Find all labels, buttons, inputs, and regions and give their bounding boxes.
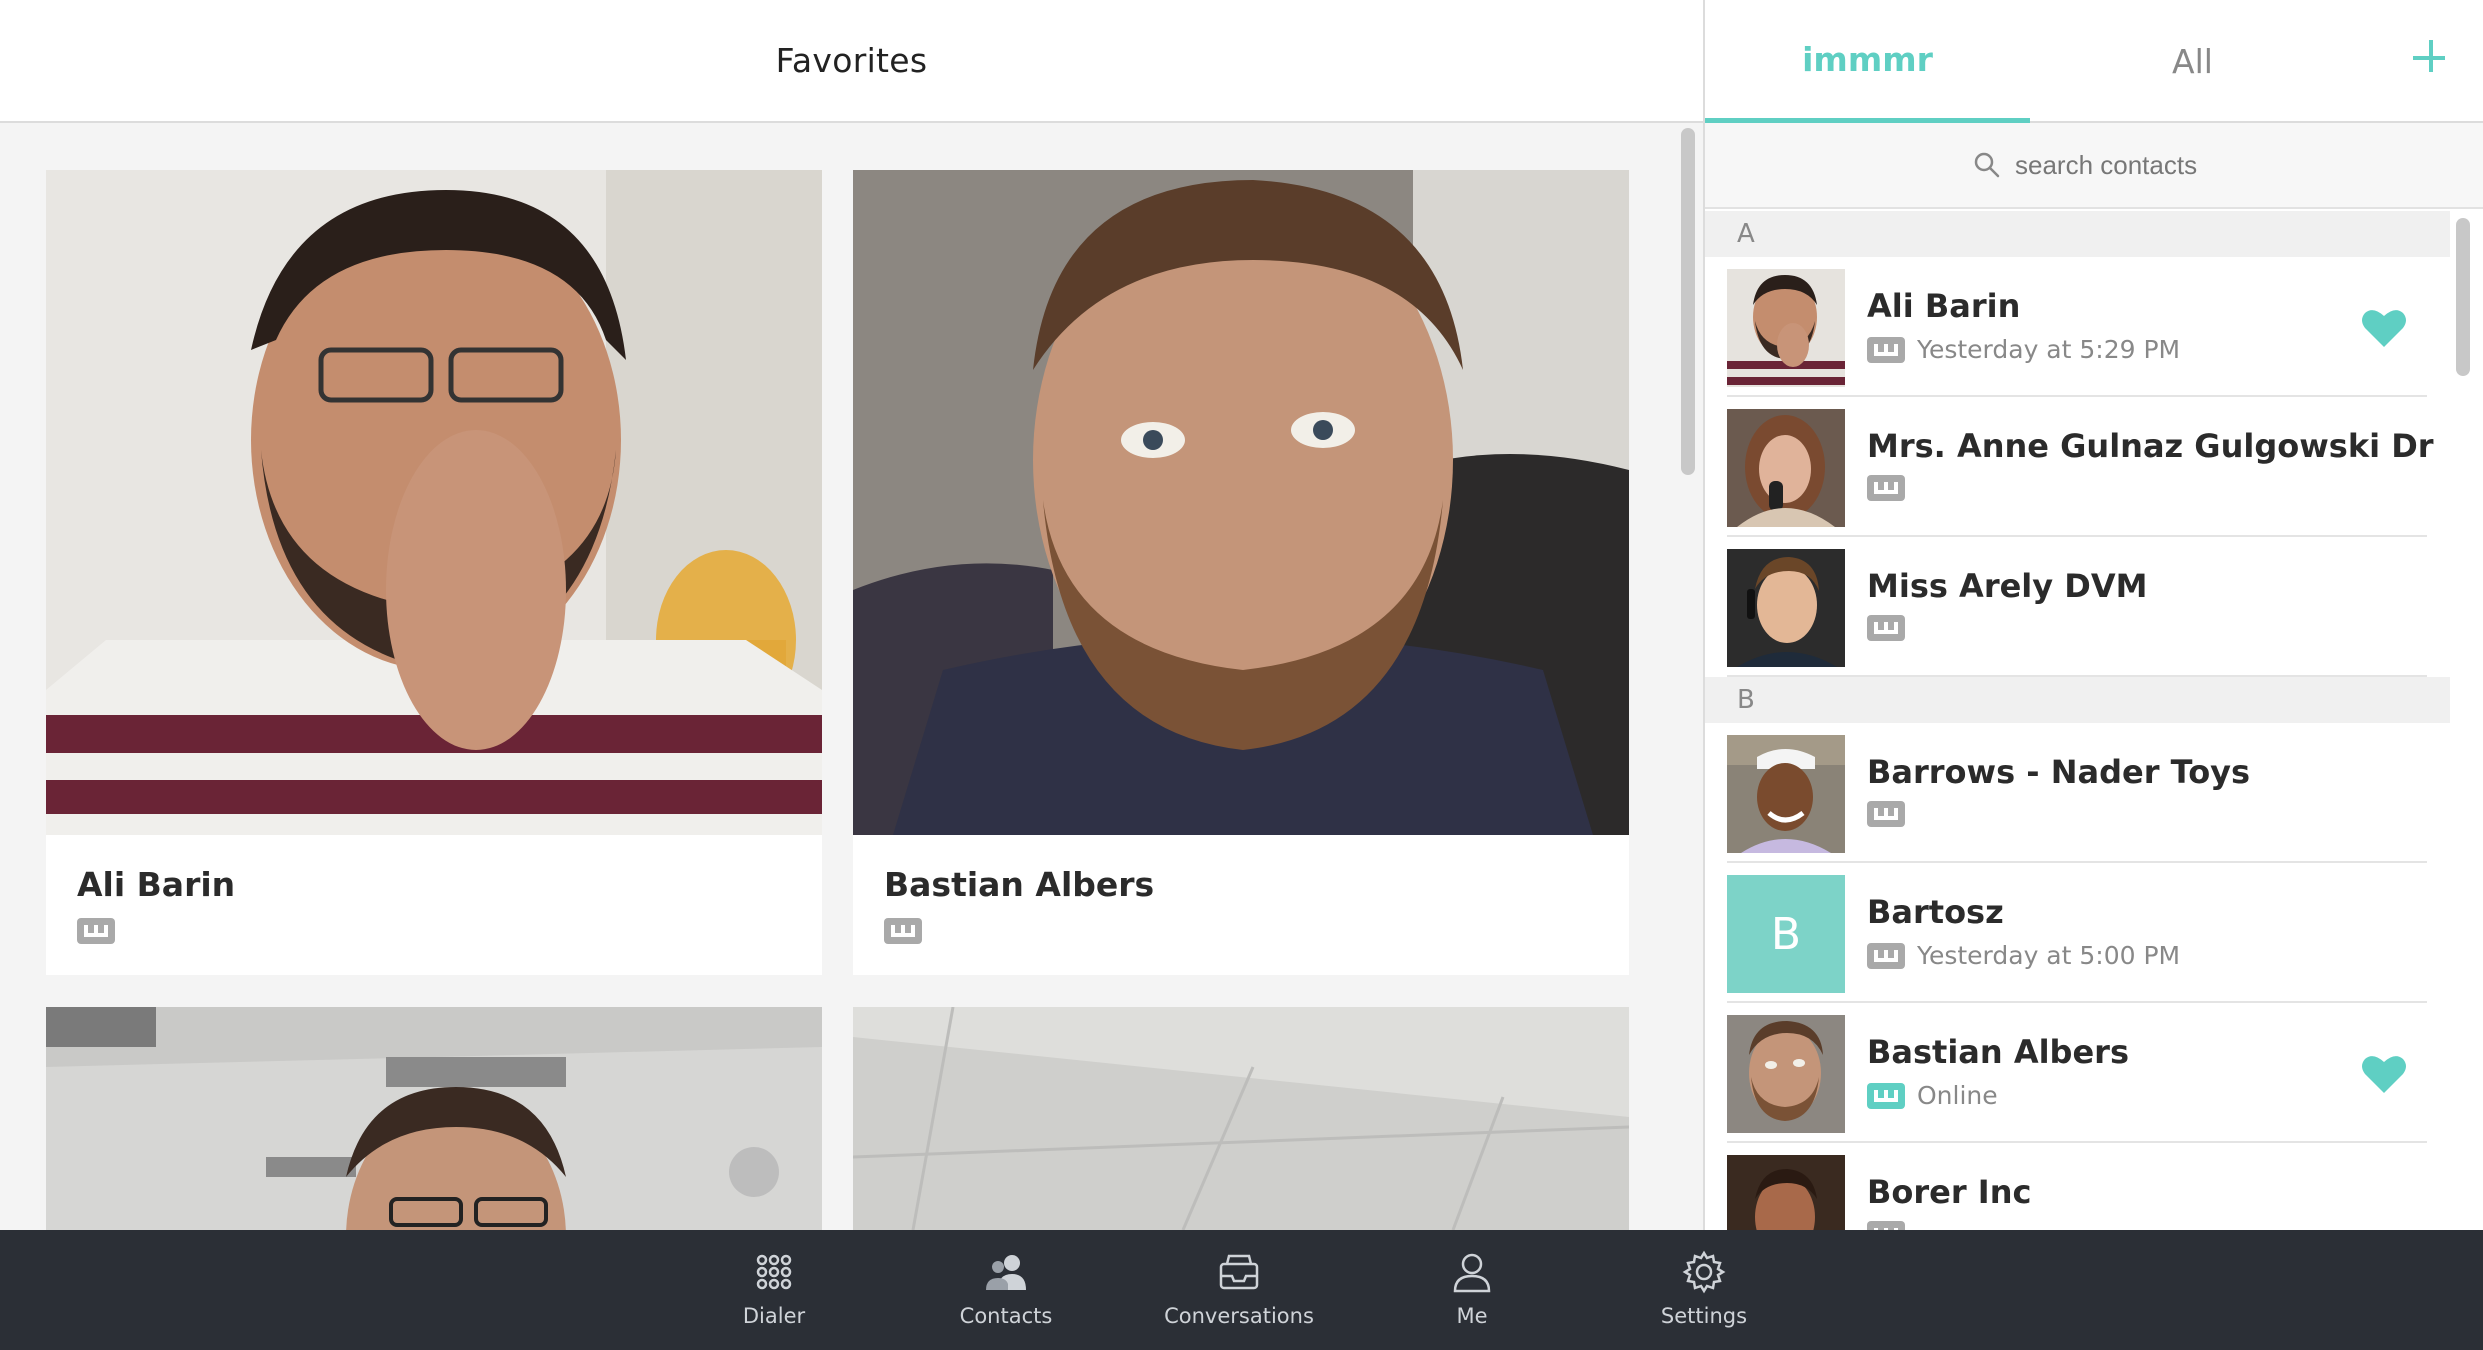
- inbox-icon: [1219, 1254, 1259, 1290]
- avatar: [1727, 1155, 1845, 1230]
- contact-photo: [853, 170, 1629, 835]
- favorite-heart-icon[interactable]: [2361, 307, 2407, 349]
- nav-item-me[interactable]: Me: [1382, 1250, 1562, 1340]
- contact-status: [1867, 475, 1905, 501]
- nav-label: Contacts: [959, 1304, 1053, 1328]
- page-title: Favorites: [775, 41, 928, 80]
- immmr-badge-icon: [1867, 475, 1905, 501]
- dialpad-icon: [756, 1254, 792, 1290]
- contact-name: Bastian Albers: [1867, 1033, 2129, 1071]
- contact-row[interactable]: Bastian Albers Online: [1727, 1003, 2427, 1143]
- immmr-badge-icon: [1867, 1082, 1905, 1109]
- favorite-card[interactable]: Ali Barin: [46, 170, 822, 975]
- favorites-header: Favorites: [0, 0, 1703, 123]
- contact-photo: [46, 170, 822, 835]
- last-seen: Yesterday at 5:00 PM: [1917, 941, 2181, 970]
- search-icon: [1974, 152, 2000, 178]
- presence-status: Online: [1917, 1081, 1998, 1110]
- avatar: [1727, 549, 1845, 667]
- contact-name: Barrows - Nader Toys: [1867, 753, 2251, 791]
- immmr-badge-icon: [77, 918, 115, 944]
- contact-status: Yesterday at 5:00 PM: [1867, 941, 2180, 970]
- nav-item-conversations[interactable]: Conversations: [1149, 1250, 1329, 1340]
- avatar: [1727, 1015, 1845, 1133]
- contact-row[interactable]: B Bartosz Yesterday at 5:00 PM: [1727, 863, 2427, 1003]
- contact-row[interactable]: Barrows - Nader Toys: [1727, 723, 2427, 863]
- contact-name: Ali Barin: [1867, 287, 2021, 325]
- contact-name: Bastian Albers: [884, 865, 1155, 904]
- person-icon: [1453, 1253, 1491, 1293]
- contact-list: A Ali Barin Yesterday at 5:29 PM Mrs. An…: [1705, 211, 2450, 1230]
- contact-status: [1867, 615, 1905, 641]
- add-contact-icon[interactable]: [2409, 36, 2453, 80]
- nav-label: Settings: [1660, 1304, 1748, 1328]
- avatar: [1727, 409, 1845, 527]
- section-header-a: A: [1705, 211, 2450, 257]
- contact-status: Online: [1867, 1081, 1998, 1110]
- favorite-heart-icon[interactable]: [2361, 1053, 2407, 1095]
- nav-label: Dialer: [742, 1304, 806, 1328]
- card-info: Bastian Albers: [853, 835, 1629, 975]
- contact-name: Ali Barin: [77, 865, 236, 904]
- favorites-pane: Favorites Ali Barin Bastian Albers: [0, 0, 1703, 1230]
- card-info: Ali Barin: [46, 835, 822, 975]
- contact-name: Bartosz: [1867, 893, 2004, 931]
- search-input[interactable]: [2015, 149, 2215, 181]
- section-header-b: B: [1705, 677, 2450, 723]
- immmr-badge-icon: [1867, 942, 1905, 969]
- contact-row[interactable]: Mrs. Anne Gulnaz Gulgowski Dr: [1727, 397, 2434, 537]
- contact-name: Miss Arely DVM: [1867, 567, 2148, 605]
- contact-row[interactable]: Miss Arely DVM: [1727, 537, 2427, 677]
- avatar: [1727, 735, 1845, 853]
- contact-photo: [46, 1007, 822, 1230]
- contact-name: Borer Inc: [1867, 1173, 2032, 1211]
- nav-item-settings[interactable]: Settings: [1614, 1250, 1794, 1340]
- last-seen: Yesterday at 5:29 PM: [1917, 335, 2181, 364]
- contact-row[interactable]: Borer Inc: [1727, 1143, 2427, 1230]
- immmr-badge-icon: [1867, 1221, 1905, 1230]
- contact-name: Mrs. Anne Gulnaz Gulgowski Dr: [1867, 427, 2434, 465]
- avatar: [1727, 269, 1845, 387]
- avatar: B: [1727, 875, 1845, 993]
- nav-item-contacts[interactable]: Contacts: [916, 1250, 1096, 1340]
- immmr-badge-icon: [884, 918, 922, 944]
- immmr-badge-icon: [1867, 801, 1905, 827]
- immmr-badge-icon: [1867, 336, 1905, 363]
- contact-photo: [853, 1007, 1629, 1230]
- contact-row[interactable]: Ali Barin Yesterday at 5:29 PM: [1727, 257, 2427, 397]
- contacts-pane: immmr All A Ali Ba: [1705, 0, 2483, 1230]
- contacts-scrollbar[interactable]: [2456, 218, 2470, 376]
- favorites-scrollbar[interactable]: [1681, 128, 1695, 475]
- nav-label: Conversations: [1164, 1304, 1314, 1328]
- contacts-icon: [986, 1255, 1026, 1290]
- contact-status: [1867, 1221, 1905, 1230]
- nav-item-dialer[interactable]: Dialer: [684, 1250, 864, 1340]
- contacts-tabs: immmr All: [1705, 0, 2483, 123]
- search-bar: [1705, 123, 2483, 209]
- contact-status: [1867, 801, 1905, 827]
- nav-label: Me: [1456, 1304, 1488, 1328]
- favorite-card[interactable]: [853, 1007, 1629, 1230]
- tab-all[interactable]: All: [2030, 0, 2355, 123]
- tab-immmr[interactable]: immmr: [1705, 0, 2030, 123]
- favorite-card[interactable]: Bastian Albers: [853, 170, 1629, 975]
- favorite-card[interactable]: [46, 1007, 822, 1230]
- bottom-nav: Dialer Contacts Conversations Me Setting…: [0, 1230, 2483, 1350]
- gear-icon: [1682, 1250, 1726, 1294]
- contact-status: Yesterday at 5:29 PM: [1867, 335, 2180, 364]
- immmr-badge-icon: [1867, 615, 1905, 641]
